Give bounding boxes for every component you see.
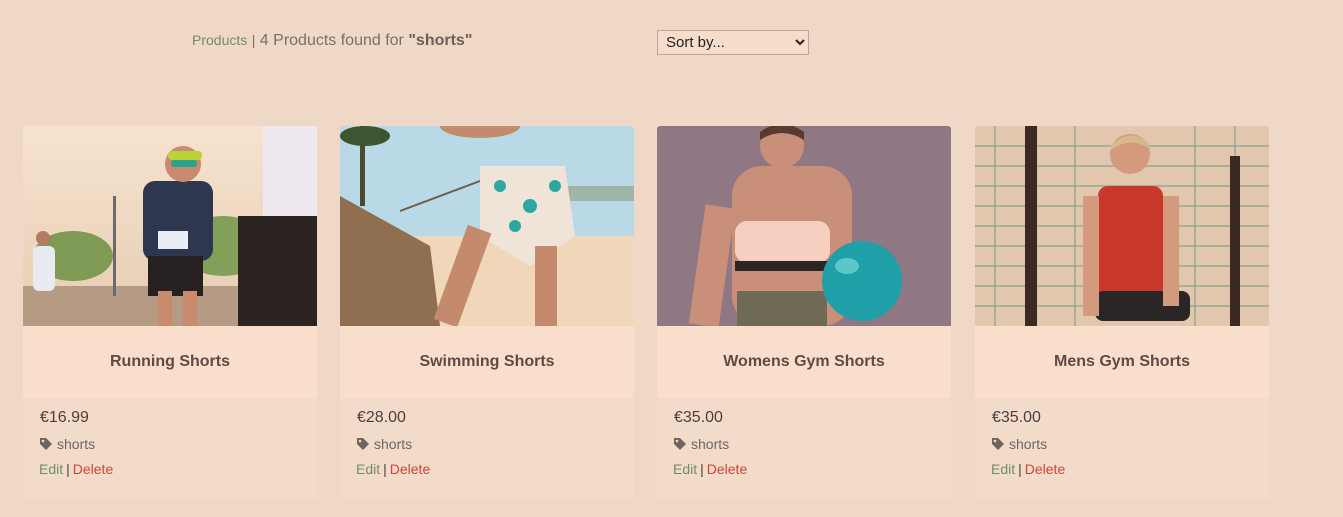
product-name-band: Swimming Shorts [340, 326, 634, 398]
product-actions: Edit | Delete [356, 461, 430, 477]
tag-icon [674, 438, 686, 450]
delete-link[interactable]: Delete [73, 461, 113, 477]
edit-link[interactable]: Edit [356, 461, 380, 477]
product-image-swimming-shorts[interactable] [340, 126, 634, 326]
actions-separator: | [1018, 461, 1022, 477]
product-name[interactable]: Mens Gym Shorts [1054, 353, 1190, 371]
product-card: Womens Gym Shorts €35.00 shorts Edit | Del… [657, 126, 951, 500]
results-summary: Products | 4 Products found for "shorts" [192, 32, 472, 50]
actions-separator: | [383, 461, 387, 477]
product-tag-label: shorts [691, 436, 730, 452]
product-card: Swimming Shorts €28.00 shorts Edit | Delet… [340, 126, 634, 500]
product-actions: Edit | Delete [991, 461, 1065, 477]
product-image-womens-gym-shorts[interactable] [657, 126, 951, 326]
product-name[interactable]: Running Shorts [110, 353, 230, 371]
delete-link[interactable]: Delete [1025, 461, 1065, 477]
results-count-text: 4 Products found for [259, 32, 404, 49]
actions-separator: | [700, 461, 704, 477]
product-card: Mens Gym Shorts €35.00 shorts Edit | Delet… [975, 126, 1269, 500]
actions-separator: | [66, 461, 70, 477]
product-price: €28.00 [357, 409, 406, 426]
breadcrumb-products-link[interactable]: Products [192, 32, 247, 48]
product-name-band: Running Shorts [23, 326, 317, 398]
product-tag[interactable]: shorts [673, 436, 729, 452]
product-name-band: Womens Gym Shorts [657, 326, 951, 398]
tag-icon [40, 438, 52, 450]
product-image-mens-gym-shorts[interactable] [975, 126, 1269, 326]
product-tag[interactable]: shorts [356, 436, 412, 452]
product-tag[interactable]: shorts [39, 436, 95, 452]
product-tag-label: shorts [374, 436, 413, 452]
product-price: €16.99 [40, 409, 89, 426]
product-card: Running Shorts €16.99 shorts Edit | Delete [23, 126, 317, 500]
product-name-band: Mens Gym Shorts [975, 326, 1269, 398]
product-actions: Edit | Delete [673, 461, 747, 477]
delete-link[interactable]: Delete [390, 461, 430, 477]
edit-link[interactable]: Edit [39, 461, 63, 477]
tag-icon [992, 438, 1004, 450]
product-name[interactable]: Swimming Shorts [419, 353, 554, 371]
product-name[interactable]: Womens Gym Shorts [723, 353, 885, 371]
sort-select[interactable]: Sort by... [657, 30, 809, 55]
edit-link[interactable]: Edit [991, 461, 1015, 477]
product-image-running-shorts[interactable] [23, 126, 317, 326]
product-tag-label: shorts [57, 436, 96, 452]
tag-icon [357, 438, 369, 450]
product-tag[interactable]: shorts [991, 436, 1047, 452]
product-tag-label: shorts [1009, 436, 1048, 452]
edit-link[interactable]: Edit [673, 461, 697, 477]
search-query-text: "shorts" [408, 32, 473, 49]
product-actions: Edit | Delete [39, 461, 113, 477]
product-grid: Running Shorts €16.99 shorts Edit | Delete [0, 126, 1343, 517]
product-price: €35.00 [992, 409, 1041, 426]
results-header: Products | 4 Products found for "shorts"… [0, 0, 1343, 80]
breadcrumb-separator: | [251, 32, 256, 48]
product-price: €35.00 [674, 409, 723, 426]
delete-link[interactable]: Delete [707, 461, 747, 477]
